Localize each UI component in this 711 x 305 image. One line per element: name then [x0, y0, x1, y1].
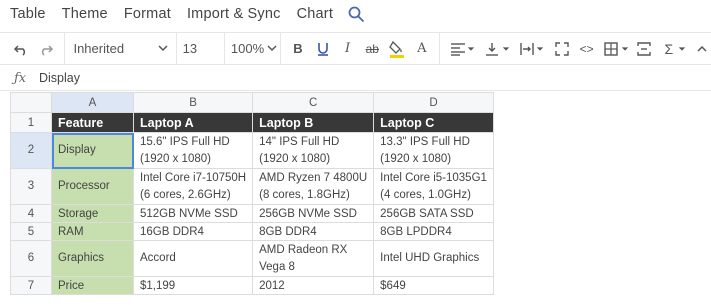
cell[interactable]: AMD Radeon RX Vega 8: [252, 240, 375, 277]
cell[interactable]: Graphics: [51, 240, 134, 277]
underline-icon[interactable]: [313, 39, 332, 59]
formula-bar: ƒx Display: [0, 66, 711, 91]
expand-icon[interactable]: [552, 39, 571, 59]
cell[interactable]: 512GB NVMe SSD: [132, 204, 254, 223]
table-row: 2 Display 15.6" IPS Full HD (1920 x 1080…: [10, 132, 494, 169]
vertical-align-bottom-icon[interactable]: [483, 39, 502, 59]
cell[interactable]: Price: [51, 276, 134, 295]
table-row: 4 Storage 512GB NVMe SSD 256GB NVMe SSD …: [10, 204, 494, 223]
bold-icon[interactable]: B: [289, 39, 308, 59]
cell[interactable]: Feature: [51, 112, 134, 133]
align-left-icon[interactable]: [448, 39, 467, 59]
cell[interactable]: 15.6" IPS Full HD (1920 x 1080): [132, 132, 254, 169]
redo-icon[interactable]: [37, 39, 56, 59]
borders-icon[interactable]: [602, 39, 621, 59]
cell[interactable]: Intel Core i7-10750H (6 cores, 2.6GHz): [132, 168, 254, 205]
strikethrough-icon[interactable]: ab: [363, 39, 382, 59]
font-size-value: 13: [182, 41, 198, 56]
italic-icon[interactable]: I: [338, 39, 357, 59]
cell[interactable]: 2012: [252, 276, 375, 295]
cell[interactable]: Accord: [132, 240, 254, 277]
chevron-down-icon: [158, 41, 168, 56]
cell[interactable]: 8GB LPDDR4: [373, 222, 494, 241]
table-row: 5 RAM 16GB DDR4 8GB DDR4 8GB LPDDR4: [10, 222, 494, 241]
search-icon[interactable]: [347, 5, 365, 23]
column-header-d[interactable]: D: [373, 92, 494, 113]
text-wrap-icon[interactable]: [518, 39, 537, 59]
table-row: 3 Processor Intel Core i7-10750H (6 core…: [10, 168, 494, 205]
cell[interactable]: 14" IPS Full HD (1920 x 1080): [252, 132, 375, 169]
cell[interactable]: Processor: [51, 168, 134, 205]
chevron-down-icon: [267, 41, 277, 56]
cell[interactable]: Laptop A: [132, 112, 254, 133]
row-header[interactable]: 7: [10, 276, 52, 295]
cell[interactable]: Laptop B: [252, 112, 375, 133]
collapse-toolbar-icon[interactable]: [692, 39, 711, 59]
font-size-input[interactable]: 13: [177, 32, 224, 65]
menu-table[interactable]: Table: [10, 6, 46, 22]
grid-corner[interactable]: [10, 92, 52, 113]
toolbar-divider: [439, 32, 441, 65]
zoom-value: 100%: [230, 41, 265, 56]
fill-color-icon[interactable]: [388, 39, 407, 59]
chevron-down-icon[interactable]: [678, 40, 686, 58]
cell[interactable]: 256GB NVMe SSD: [252, 204, 375, 223]
chevron-down-icon[interactable]: [621, 40, 629, 58]
cell[interactable]: Intel UHD Graphics: [373, 240, 494, 277]
undo-icon[interactable]: [12, 39, 31, 59]
menu-chart[interactable]: Chart: [297, 6, 333, 22]
chevron-down-icon[interactable]: [502, 40, 510, 58]
cell[interactable]: 13.3" IPS Full HD (1920 x 1080): [373, 132, 494, 169]
table-row: 1 Feature Laptop A Laptop B Laptop C: [10, 112, 494, 133]
cell[interactable]: Storage: [51, 204, 134, 223]
fx-icon: ƒx: [14, 70, 27, 86]
column-header-c[interactable]: C: [252, 92, 375, 113]
cell[interactable]: Intel Core i5-1035G1 (4 cores, 1.0GHz): [373, 168, 494, 205]
row-header[interactable]: 3: [10, 168, 52, 205]
row-header[interactable]: 2: [10, 132, 52, 169]
font-family-value: Inherited: [73, 41, 125, 56]
cell[interactable]: 256GB SATA SSD: [373, 204, 494, 223]
menu-import-sync[interactable]: Import & Sync: [187, 6, 281, 22]
spreadsheet-grid: A B C D 1 Feature Laptop A Laptop B Lapt…: [10, 92, 494, 295]
menu-format[interactable]: Format: [124, 6, 171, 22]
cell[interactable]: $1,199: [132, 276, 254, 295]
zoom-select[interactable]: 100%: [225, 32, 280, 65]
column-header-b[interactable]: B: [132, 92, 254, 113]
column-header-a[interactable]: A: [51, 92, 134, 113]
row-header[interactable]: 4: [10, 204, 52, 223]
toolbar-divider: [279, 32, 281, 65]
selected-cell[interactable]: Display: [51, 132, 134, 169]
toolbar: Inherited 13 100% B I ab A <> Σ: [0, 32, 711, 65]
sum-icon[interactable]: Σ: [660, 39, 679, 59]
cell[interactable]: 8GB DDR4: [252, 222, 375, 241]
table-row: 7 Price $1,199 2012 $649: [10, 276, 494, 295]
menu-bar: Table Theme Format Import & Sync Chart: [0, 0, 711, 27]
text-color-icon[interactable]: A: [412, 39, 431, 59]
code-icon[interactable]: <>: [577, 39, 596, 59]
cell[interactable]: 16GB DDR4: [132, 222, 254, 241]
chevron-down-icon[interactable]: [467, 40, 475, 58]
chevron-down-icon[interactable]: [536, 40, 544, 58]
cell[interactable]: Laptop C: [373, 112, 494, 133]
row-header[interactable]: 5: [10, 222, 52, 241]
cell[interactable]: AMD Ryzen 7 4800U (8 cores, 1.8GHz): [252, 168, 375, 205]
table-row: 6 Graphics Accord AMD Radeon RX Vega 8 I…: [10, 240, 494, 277]
formula-input[interactable]: Display: [39, 71, 80, 85]
merge-cells-icon[interactable]: [635, 39, 654, 59]
row-header[interactable]: 6: [10, 240, 52, 277]
font-family-select[interactable]: Inherited: [64, 32, 175, 65]
row-header[interactable]: 1: [10, 112, 52, 133]
cell[interactable]: $649: [373, 276, 494, 295]
menu-theme[interactable]: Theme: [62, 6, 108, 22]
cell[interactable]: RAM: [51, 222, 134, 241]
